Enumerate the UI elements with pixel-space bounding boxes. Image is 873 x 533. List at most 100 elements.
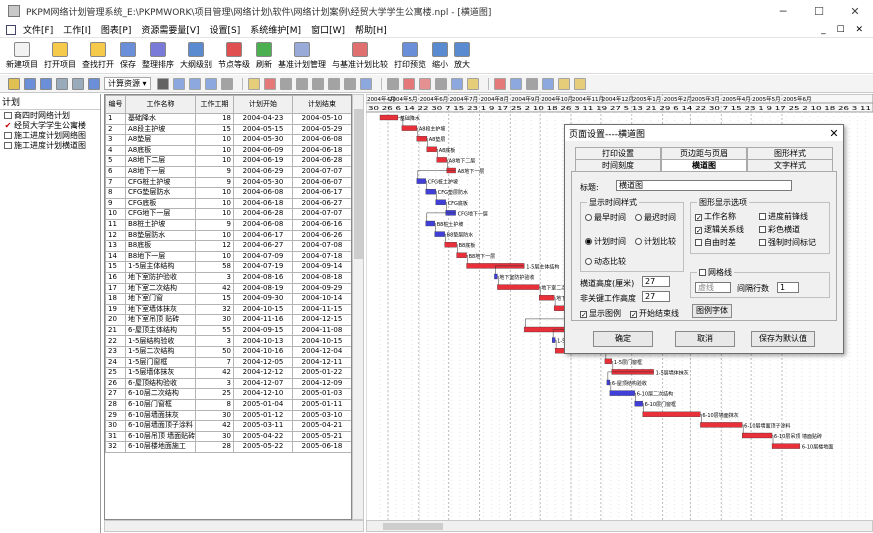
table-cell[interactable]: 2004-06-28 [233, 208, 293, 220]
table-cell[interactable]: 42 [195, 367, 234, 379]
radio-compare[interactable]: 计划比较 [635, 236, 676, 247]
table-cell[interactable]: 2004-06-18 [292, 144, 351, 157]
grid-interval-input[interactable]: 1 [777, 282, 799, 293]
table-cell[interactable]: 21 [105, 324, 126, 337]
gantt-bar[interactable] [379, 114, 399, 121]
tool-icon-4[interactable] [72, 77, 84, 90]
table-row[interactable]: 20 地下室吊顶 贴砖 30 2004-11-16 2004-12-15 [105, 314, 351, 326]
maximize-button[interactable]: ☐ [801, 5, 837, 18]
tool-icon-2[interactable] [40, 77, 52, 90]
table-cell[interactable]: 2004-06-18 [233, 197, 293, 210]
gantt-bar[interactable] [416, 178, 426, 184]
table-cell[interactable]: 2004-08-19 [233, 282, 293, 295]
table-row[interactable]: 13 B8底板 12 2004-06-27 2004-07-08 [105, 240, 351, 252]
checkbox-start-end-line[interactable]: ✓ 开始结束线 [630, 308, 679, 319]
minimize-button[interactable]: ─ [765, 5, 801, 18]
table-cell[interactable]: 2004-06-28 [292, 155, 351, 167]
table-row[interactable]: 12 B8垫层防水 10 2004-06-17 2004-06-26 [105, 229, 351, 242]
tool-icon-6[interactable] [156, 77, 169, 90]
dialog-close-button[interactable]: ✕ [825, 127, 843, 140]
table-row[interactable]: 4 A8底板 10 2004-06-09 2004-06-18 [105, 144, 351, 157]
table-row[interactable]: 31 6-10层吊顶 墙面贴砖 30 2005-04-22 2005-05-21 [105, 430, 351, 443]
table-cell[interactable]: 3 [105, 134, 126, 146]
table-cell[interactable]: 2004-06-08 [233, 218, 293, 231]
checkbox-work-name[interactable]: ✓ 工作名称 [695, 211, 736, 222]
table-cell[interactable]: 2004-11-08 [292, 324, 351, 337]
tool-icon-27[interactable] [525, 77, 538, 90]
table-cell[interactable]: 1-5层二次结构 [125, 346, 196, 358]
dialog-tab[interactable]: 时间刻度 [575, 159, 661, 171]
table-cell[interactable]: 2004-05-15 [233, 123, 293, 136]
tool-icon-13[interactable] [279, 77, 292, 90]
menu-item-3[interactable]: 资源需要量[V] [136, 23, 204, 36]
menu-item-6[interactable]: 窗口[W] [306, 23, 350, 36]
table-row[interactable]: 1 基础降水 18 2004-04-23 2004-05-10 [105, 113, 351, 125]
caption-input[interactable]: 横道图 [616, 180, 792, 191]
table-cell[interactable]: 2004-07-18 [292, 250, 351, 263]
table-cell[interactable]: 25 [195, 388, 234, 401]
table-cell[interactable]: 2004-07-07 [292, 165, 351, 178]
table-cell[interactable]: B8垫层防水 [125, 229, 196, 242]
table-cell[interactable]: A8段主护坡 [125, 123, 196, 136]
radio-earliest[interactable]: 最早时间 [585, 212, 626, 223]
table-cell[interactable]: 5 [105, 155, 126, 167]
table-row[interactable]: 3 A8垫层 10 2004-05-30 2004-06-08 [105, 134, 351, 146]
scroll-thumb[interactable] [383, 523, 443, 530]
table-cell[interactable]: 15 [195, 293, 234, 305]
table-row[interactable]: 10 CFG地下一层 10 2004-06-28 2004-07-07 [105, 208, 351, 220]
table-row[interactable]: 7 CFG桩土护坡 9 2004-05-30 2004-06-07 [105, 176, 351, 189]
table-cell[interactable]: 18 [195, 113, 234, 125]
table-cell[interactable]: 9 [195, 165, 234, 178]
table-cell[interactable]: 6 [105, 165, 126, 178]
tool-icon-24[interactable] [466, 77, 479, 90]
table-row[interactable]: 22 1-5层结构验收 3 2004-10-13 2004-10-15 [105, 335, 351, 348]
table-cell[interactable]: 42 [195, 420, 234, 432]
table-cell[interactable]: 15 [195, 123, 234, 136]
table-cell[interactable]: 10 [195, 187, 234, 199]
table-cell[interactable]: A8地下二层 [125, 155, 196, 167]
scroll-thumb[interactable] [354, 109, 363, 259]
table-cell[interactable]: 2004-09-29 [292, 282, 351, 295]
table-cell[interactable]: 8 [105, 187, 126, 199]
table-cell[interactable]: 2004-07-19 [233, 261, 293, 273]
table-cell[interactable]: 10 [195, 197, 234, 210]
table-cell[interactable]: 2004-07-08 [292, 240, 351, 252]
menu-item-4[interactable]: 设置[S] [205, 23, 246, 36]
table-cell[interactable]: CFG垫层防水 [125, 187, 196, 199]
table-cell[interactable]: A8地下一层 [125, 165, 196, 178]
gantt-bar[interactable] [609, 390, 635, 396]
table-cell[interactable]: 2 [105, 123, 126, 136]
toolbar-button-1[interactable]: 打开项目 [44, 42, 76, 73]
tool-icon-21[interactable] [418, 77, 431, 90]
table-cell[interactable]: 1-5层主体结构 [125, 261, 196, 273]
gantt-bar[interactable] [742, 432, 773, 439]
table-cell[interactable]: 2005-03-10 [292, 409, 351, 422]
table-cell[interactable]: 2005-01-11 [292, 399, 351, 411]
tool-icon-1[interactable] [24, 77, 36, 90]
table-cell[interactable]: 10 [195, 155, 234, 167]
dialog-tab[interactable]: 打印设置 [575, 147, 661, 159]
table-cell[interactable]: 6-10层二次结构 [125, 388, 196, 401]
tool-icon-17[interactable] [343, 77, 356, 90]
table-row[interactable]: 26 6-屋顶结构验收 3 2004-12-07 2004-12-09 [105, 377, 351, 390]
table-cell[interactable]: 2004-09-14 [292, 261, 351, 273]
tool-icon-19[interactable] [386, 77, 399, 90]
gantt-bar[interactable] [642, 411, 701, 417]
table-cell[interactable]: 3 [195, 271, 234, 284]
toolbar-button-7[interactable]: 刷新 [256, 42, 272, 73]
table-cell[interactable]: 2004-06-17 [233, 229, 293, 242]
table-cell[interactable]: 2004-06-27 [292, 197, 351, 210]
table-row[interactable]: 6 A8地下一层 9 2004-06-29 2004-07-07 [105, 165, 351, 178]
table-cell[interactable]: 6-10层吊顶 墙面贴砖 [125, 430, 196, 443]
table-cell[interactable]: 11 [105, 218, 126, 231]
table-cell[interactable]: 10 [195, 250, 234, 263]
table-cell[interactable]: 6-10层门窗框 [125, 399, 196, 411]
checkbox-show-legend[interactable]: ✓ 显示图例 [580, 308, 621, 319]
table-cell[interactable]: 2004-08-16 [233, 271, 293, 284]
table-cell[interactable]: 6-10层楼地面施工 [125, 441, 196, 453]
tool-icon-28[interactable] [541, 77, 554, 90]
table-cell[interactable]: 17 [105, 282, 126, 295]
table-row[interactable]: 15 1-5层主体结构 58 2004-07-19 2004-09-14 [105, 261, 351, 273]
table-cell[interactable]: 2004-04-23 [233, 113, 293, 125]
table-cell[interactable]: 2005-04-21 [292, 420, 351, 432]
